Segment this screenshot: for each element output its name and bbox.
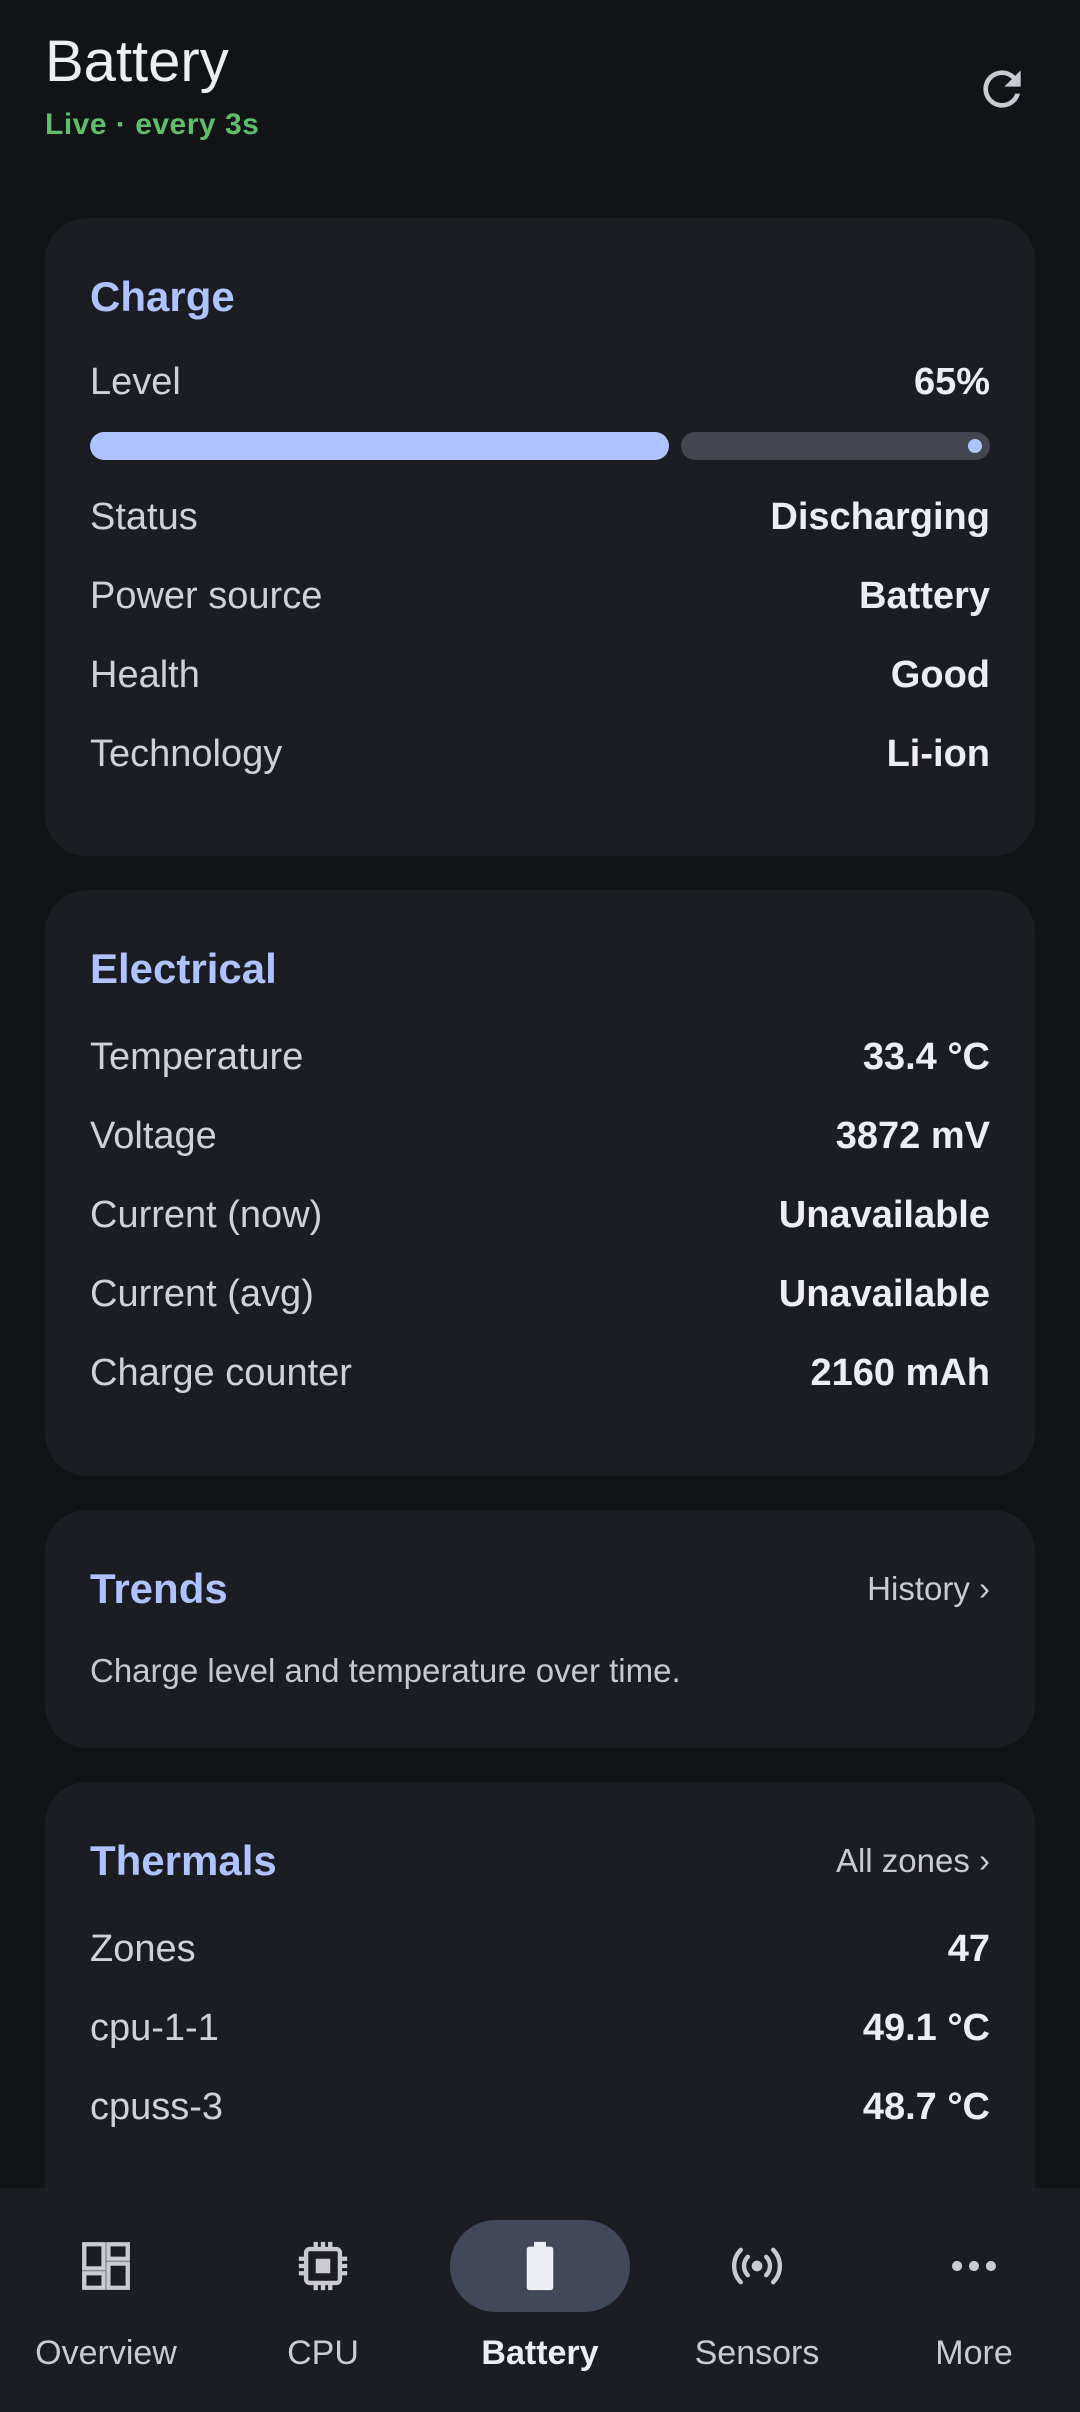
info-row: cpuss-3 48.7 °C [90,2086,990,2128]
charge-title: Charge [90,273,235,320]
trends-description: Charge level and temperature over time. [90,1652,681,1689]
trends-title: Trends [90,1565,228,1612]
trends-card[interactable]: Trends History › Charge level and temper… [45,1510,1035,1748]
electrical-card: Electrical Temperature 33.4 °C Voltage 3… [45,890,1035,1476]
all-zones-link[interactable]: All zones › [836,1842,990,1880]
refresh-icon [983,70,1021,108]
level-progress-end-dot [968,439,982,453]
level-progress-track [681,432,990,460]
info-row: Status Discharging [90,496,990,538]
chip-icon [298,2241,348,2291]
level-value: 65% [913,360,990,403]
history-link[interactable]: History › [867,1570,990,1608]
info-row: cpu-1-1 49.1 °C [90,2007,990,2049]
level-progress-fill [90,432,669,460]
level-progress-bar [90,432,990,460]
bottom-navigation: Overview CPU Battery Sensors More [0,2188,1080,2412]
info-row: Current (avg) Unavailable [90,1273,990,1315]
info-row: Zones 47 [90,1928,990,1970]
level-row: Level 65% [90,346,990,418]
page-title: Battery [45,29,229,94]
info-row: Power source Battery [90,575,990,617]
info-row: Voltage 3872 mV [90,1115,990,1157]
electrical-title: Electrical [90,945,277,992]
info-row: Temperature 33.4 °C [90,1036,990,1078]
nav-overview[interactable]: Overview [6,2188,206,2412]
nav-cpu[interactable]: CPU [223,2188,423,2412]
thermals-title: Thermals [90,1837,277,1884]
battery-screen: Battery Live · every 3s Charge Level 65%… [0,0,1080,2412]
info-row: Current (now) Unavailable [90,1194,990,1236]
more-icon [952,2260,996,2272]
nav-battery[interactable]: Battery [440,2188,640,2412]
sensors-icon [731,2247,783,2285]
refresh-button[interactable] [969,56,1035,122]
live-status: Live · every 3s [45,107,260,141]
info-row: Technology Li-ion [90,733,990,775]
battery-icon [526,2241,554,2291]
charge-card: Charge Level 65% Status Discharging Powe… [45,218,1035,856]
app-header: Battery Live · every 3s [45,30,1035,160]
info-row: Health Good [90,654,990,696]
dashboard-icon [82,2242,130,2290]
info-row: Charge counter 2160 mAh [90,1352,990,1394]
level-label: Level [90,360,181,403]
nav-more[interactable]: More [874,2188,1074,2412]
nav-sensors[interactable]: Sensors [657,2188,857,2412]
